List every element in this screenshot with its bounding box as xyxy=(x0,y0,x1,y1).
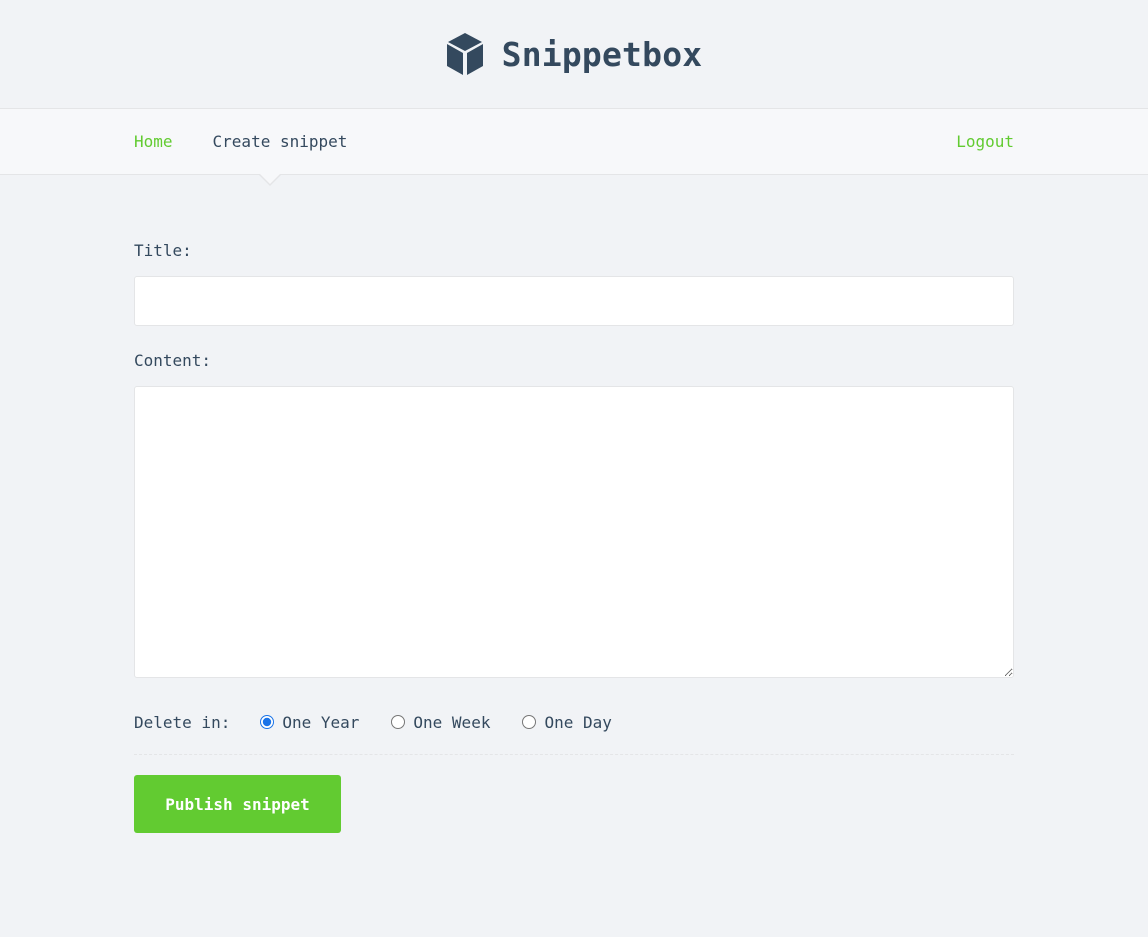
main-nav: Home Create snippet Logout xyxy=(0,108,1148,186)
cube-icon xyxy=(446,33,483,75)
site-header: Snippetbox xyxy=(0,0,1148,108)
active-nav-indicator xyxy=(258,173,282,186)
content-label: Content: xyxy=(134,351,212,370)
content-textarea[interactable] xyxy=(134,386,1014,678)
expires-group: Delete in: One Year One Week One Day xyxy=(134,710,1014,734)
expires-radio-one-day[interactable] xyxy=(522,715,537,729)
expires-option-one-week[interactable]: One Week xyxy=(389,713,490,732)
expires-option-one-day[interactable]: One Day xyxy=(520,712,612,732)
expires-option-one-year[interactable]: One Year xyxy=(258,713,359,732)
expires-radio-one-year[interactable] xyxy=(260,715,275,729)
expires-option-label: One Day xyxy=(544,712,612,732)
create-snippet-form: Title: Content: Delete in: One Year One … xyxy=(134,175,1014,833)
nav-link-create-snippet[interactable]: Create snippet xyxy=(213,132,348,151)
title-input[interactable] xyxy=(134,276,1014,326)
nav-link-home[interactable]: Home xyxy=(134,132,173,151)
app-title: Snippetbox xyxy=(501,34,703,74)
expires-radio-one-week[interactable] xyxy=(391,715,406,729)
expires-option-label: One Year xyxy=(282,712,360,732)
expires-option-label: One Week xyxy=(413,712,491,732)
nav-link-logout[interactable]: Logout xyxy=(956,132,1014,151)
form-divider xyxy=(134,754,1014,755)
title-label: Title: xyxy=(134,241,192,260)
expires-label: Delete in: xyxy=(134,712,231,732)
publish-snippet-button[interactable]: Publish snippet xyxy=(134,775,341,833)
